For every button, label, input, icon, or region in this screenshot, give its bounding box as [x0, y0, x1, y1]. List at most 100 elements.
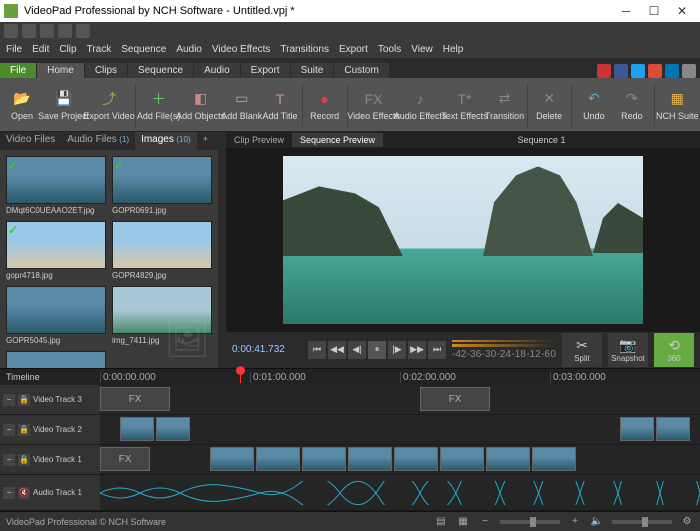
bin-tab-add[interactable]: +	[197, 132, 214, 150]
qat-redo-icon[interactable]	[76, 24, 90, 38]
play-pause-button[interactable]: ⏸	[368, 341, 386, 359]
preview-canvas[interactable]	[226, 148, 700, 332]
clip-video[interactable]	[348, 447, 392, 471]
linkedin-icon[interactable]	[665, 64, 679, 78]
next-frame-button[interactable]: |▶	[388, 341, 406, 359]
transition-button[interactable]: ⇄Transition	[487, 87, 523, 123]
view-timeline-icon[interactable]: ▤	[434, 515, 448, 529]
tab-home[interactable]: Home	[37, 63, 84, 78]
export-video-button[interactable]: ⤴Export Video	[87, 87, 131, 123]
save-project-button[interactable]: 💾Save Project	[42, 87, 85, 123]
add-title-button[interactable]: TAdd Title	[262, 87, 298, 123]
thumb-item[interactable]: ✓DMqt6C0UEAAO2ET.jpg	[6, 156, 106, 215]
thumb-item[interactable]: GOPR4829.jpg	[112, 221, 212, 280]
tab-export[interactable]: Export	[241, 63, 290, 78]
collapse-icon[interactable]: −	[3, 394, 15, 406]
share-icon[interactable]	[682, 64, 696, 78]
facebook-icon[interactable]	[614, 64, 628, 78]
clip-video[interactable]	[394, 447, 438, 471]
clip-video[interactable]	[620, 417, 654, 441]
mute-icon[interactable]: 🔇	[18, 487, 30, 499]
audio-effects-button[interactable]: ♪Audio Effects	[398, 87, 443, 123]
track-header-a1[interactable]: −🔇Audio Track 1	[0, 475, 100, 510]
track-body-v2[interactable]	[100, 415, 700, 444]
menu-view[interactable]: View	[411, 44, 433, 55]
lock-icon[interactable]: 🔒	[18, 394, 30, 406]
menu-clip[interactable]: Clip	[59, 44, 76, 55]
clip-video[interactable]	[156, 417, 190, 441]
rewind-button[interactable]: ◀◀	[328, 341, 346, 359]
open-button[interactable]: 📂Open	[4, 87, 40, 123]
playhead[interactable]	[240, 372, 241, 383]
goto-start-button[interactable]: ⏮	[308, 341, 326, 359]
add-objects-button[interactable]: ◧Add Objects	[180, 87, 222, 123]
tab-file[interactable]: File	[0, 63, 36, 78]
goto-end-button[interactable]: ⏭	[428, 341, 446, 359]
track-body-v3[interactable]: FX FX	[100, 385, 700, 414]
bin-tab-audio[interactable]: Audio Files (1)	[61, 132, 135, 150]
clip-video[interactable]	[120, 417, 154, 441]
menu-tools[interactable]: Tools	[378, 44, 401, 55]
split-button[interactable]: ✂Split	[562, 333, 602, 367]
zoom-in-icon[interactable]: +	[568, 515, 582, 529]
clip-video[interactable]	[302, 447, 346, 471]
menu-edit[interactable]: Edit	[32, 44, 49, 55]
thumb-item[interactable]	[6, 351, 106, 368]
menu-videoeffects[interactable]: Video Effects	[212, 44, 271, 55]
thumb-item[interactable]: ✓gopr4718.jpg	[6, 221, 106, 280]
clip-video[interactable]	[210, 447, 254, 471]
splitter[interactable]	[218, 132, 226, 368]
zoom-out-icon[interactable]: −	[478, 515, 492, 529]
delete-button[interactable]: ✕Delete	[531, 87, 567, 123]
text-effects-button[interactable]: T*Text Effects	[444, 87, 484, 123]
qat-undo-icon[interactable]	[58, 24, 72, 38]
thumb-item[interactable]: ✓GOPR0691.jpg	[112, 156, 212, 215]
collapse-icon[interactable]: −	[3, 487, 15, 499]
bin-tab-video[interactable]: Video Files	[0, 132, 61, 150]
menu-export[interactable]: Export	[339, 44, 368, 55]
twitter-icon[interactable]	[631, 64, 645, 78]
mute-icon[interactable]: 🔈	[590, 515, 604, 529]
360-button[interactable]: ⟲360	[654, 333, 694, 367]
tab-sequence-preview[interactable]: Sequence Preview	[292, 133, 383, 147]
google-icon[interactable]	[648, 64, 662, 78]
clip-video[interactable]	[440, 447, 484, 471]
lock-icon[interactable]: 🔒	[18, 424, 30, 436]
tab-sequence[interactable]: Sequence	[128, 63, 193, 78]
track-header-v1[interactable]: −🔒Video Track 1	[0, 445, 100, 474]
undo-button[interactable]: ↶Undo	[576, 87, 612, 123]
menu-track[interactable]: Track	[87, 44, 112, 55]
video-effects-button[interactable]: FXVideo Effects	[351, 87, 395, 123]
lock-icon[interactable]: 🔒	[18, 454, 30, 466]
track-body-v1[interactable]: FX	[100, 445, 700, 474]
thumb-item[interactable]: GOPR5045.jpg	[6, 286, 106, 345]
clip-fx[interactable]: FX	[100, 387, 170, 411]
prev-frame-button[interactable]: ◀|	[348, 341, 366, 359]
tab-suite[interactable]: Suite	[291, 63, 334, 78]
collapse-icon[interactable]: −	[3, 454, 15, 466]
settings-icon[interactable]: ⚙	[680, 515, 694, 529]
track-body-a1[interactable]	[100, 475, 700, 510]
qat-new-icon[interactable]	[4, 24, 18, 38]
menu-sequence[interactable]: Sequence	[121, 44, 166, 55]
redo-button[interactable]: ↷Redo	[614, 87, 650, 123]
clip-video[interactable]	[486, 447, 530, 471]
clip-video[interactable]	[256, 447, 300, 471]
volume-slider[interactable]	[612, 520, 672, 524]
add-blank-button[interactable]: ▭Add Blank	[224, 87, 260, 123]
bin-tab-images[interactable]: Images (10)	[135, 132, 197, 150]
clip-fx[interactable]: FX	[100, 447, 150, 471]
clip-fx[interactable]: FX	[420, 387, 490, 411]
maximize-button[interactable]: ☐	[640, 4, 668, 18]
menu-file[interactable]: File	[6, 44, 22, 55]
track-header-v2[interactable]: −🔒Video Track 2	[0, 415, 100, 444]
forward-button[interactable]: ▶▶	[408, 341, 426, 359]
zoom-slider[interactable]	[500, 520, 560, 524]
tab-custom[interactable]: Custom	[334, 63, 388, 78]
menu-transitions[interactable]: Transitions	[280, 44, 329, 55]
add-files-button[interactable]: ＋Add File(s)	[140, 87, 178, 123]
like-icon[interactable]	[597, 64, 611, 78]
timeline-ruler[interactable]: 0:00:00.0000:01:00.0000:02:00.0000:03:00…	[100, 372, 700, 383]
nch-suite-button[interactable]: ▦NCH Suite	[659, 87, 696, 123]
track-header-v3[interactable]: −🔒Video Track 3	[0, 385, 100, 414]
